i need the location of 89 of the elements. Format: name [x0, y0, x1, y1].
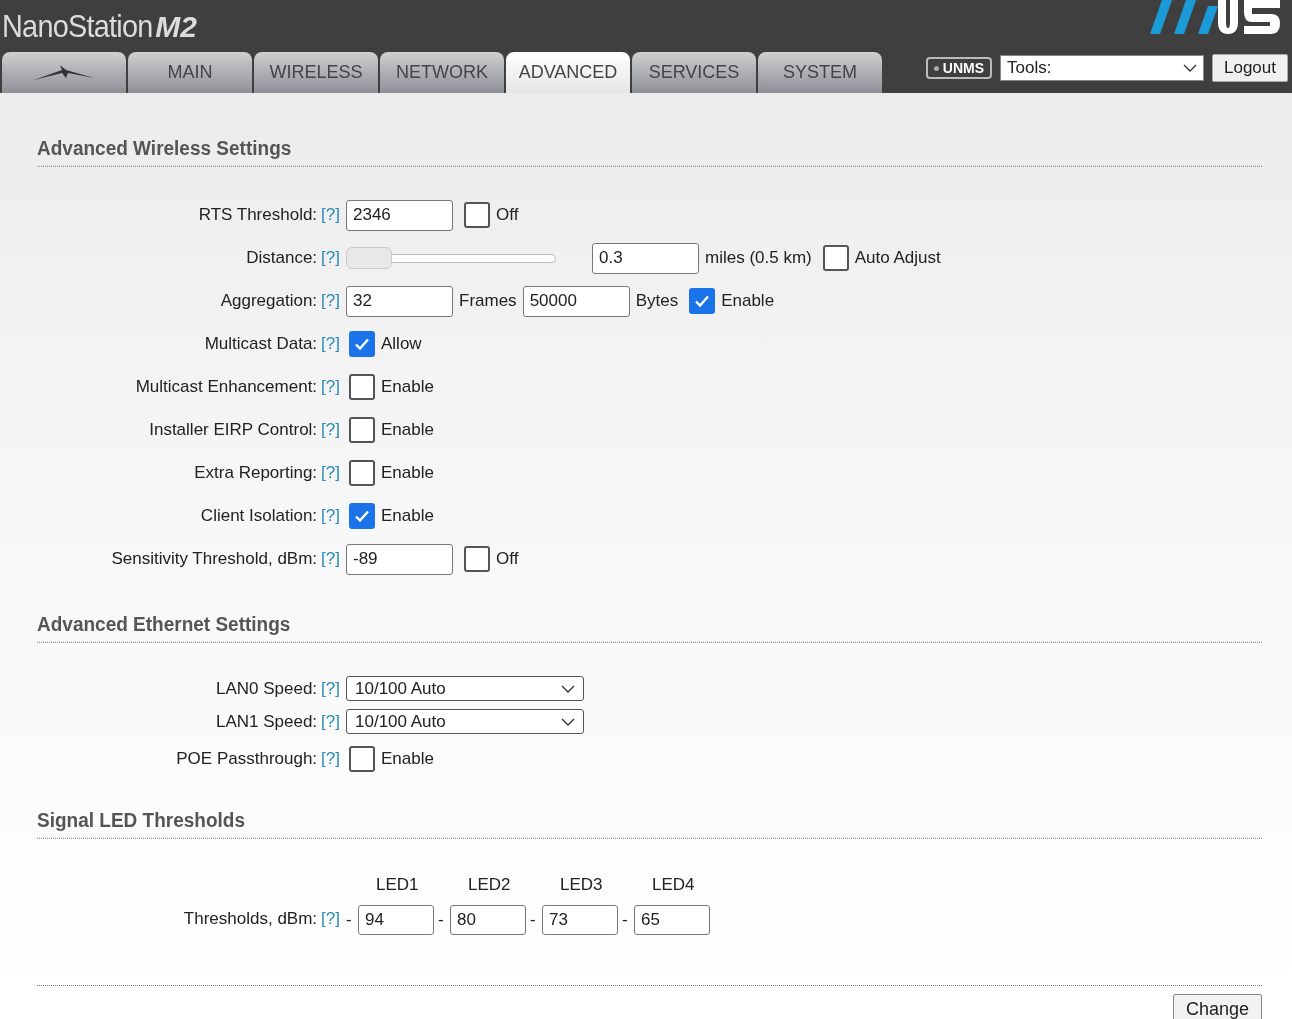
separator-dash: - — [346, 909, 353, 932]
help-link[interactable]: [?] — [321, 245, 340, 271]
speed-dropdown[interactable]: 10/100 Auto — [346, 709, 584, 734]
field-label: Multicast Enhancement: — [135, 376, 318, 399]
help-link[interactable]: [?] — [321, 708, 340, 735]
field-label: LAN1 Speed: — [215, 710, 318, 733]
field-label: Distance: — [246, 247, 318, 270]
field-label: Aggregation: — [220, 290, 318, 313]
field-label: Thresholds, dBm: — [183, 907, 318, 930]
checkbox-label: Allow — [381, 333, 422, 356]
model-name: M2 — [155, 9, 197, 45]
checkbox[interactable] — [349, 460, 375, 486]
led-header: LED2 — [468, 873, 512, 896]
checkbox[interactable] — [822, 245, 849, 271]
chevron-down-icon — [561, 717, 575, 726]
text-field[interactable]: 0.3 — [592, 242, 699, 274]
help-link[interactable]: [?] — [321, 288, 340, 314]
help-link[interactable]: [?] — [321, 460, 340, 486]
section-title: Advanced Ethernet Settings — [37, 609, 1262, 642]
checkbox-label: Auto Adjust — [854, 247, 941, 270]
field-label: Sensitivity Threshold, dBm: — [111, 548, 318, 571]
help-link[interactable]: [?] — [321, 503, 340, 529]
separator-dash: - — [530, 909, 537, 932]
checkbox-label: Enable — [381, 419, 434, 442]
unms-button[interactable]: UNMS — [925, 57, 992, 79]
led-header: LED1 — [376, 873, 420, 896]
checkbox-label: Enable — [381, 505, 434, 528]
nav-tab[interactable]: SERVICES — [632, 52, 756, 93]
checkbox[interactable] — [464, 202, 490, 228]
help-link[interactable]: [?] — [321, 746, 340, 772]
text-field[interactable]: 32 — [346, 285, 453, 317]
nav-tab[interactable]: NETWORK — [380, 52, 504, 93]
checkbox-label: Enable — [381, 462, 434, 485]
field-label: Client Isolation: — [200, 505, 318, 528]
field-label: RTS Threshold: — [198, 204, 318, 227]
checkbox[interactable] — [349, 374, 375, 400]
help-link[interactable]: [?] — [321, 905, 340, 931]
section-title: Advanced Wireless Settings — [37, 134, 1262, 167]
field-label: Installer EIRP Control: — [149, 419, 318, 442]
checkbox-label: Enable — [721, 290, 775, 313]
product-name: NanoStation — [2, 7, 153, 46]
field-label: Extra Reporting: — [194, 462, 318, 485]
threshold-field[interactable]: 94 — [358, 905, 434, 935]
change-button[interactable]: Change — [1172, 994, 1262, 1019]
help-link[interactable]: [?] — [321, 202, 340, 228]
unit-label: Frames — [459, 291, 517, 311]
checkbox-label: Off — [496, 204, 519, 227]
nav-tab[interactable]: SYSTEM — [758, 52, 882, 93]
help-link[interactable]: [?] — [321, 675, 340, 702]
checkbox-label: Off — [496, 548, 519, 571]
distance-slider[interactable] — [346, 247, 556, 269]
text-field[interactable]: -89 — [346, 543, 453, 575]
help-link[interactable]: [?] — [321, 417, 340, 443]
unit-label: Bytes — [635, 291, 679, 311]
separator-dash: - — [438, 909, 445, 932]
unit-label: miles (0.5 km) — [705, 248, 812, 268]
threshold-field[interactable]: 80 — [450, 905, 526, 935]
help-link[interactable]: [?] — [321, 374, 340, 400]
home-tab[interactable] — [2, 52, 126, 93]
tools-dropdown[interactable]: Tools: — [1000, 55, 1204, 81]
checkbox-label: Enable — [381, 376, 434, 399]
help-link[interactable]: [?] — [321, 546, 340, 572]
logout-button[interactable]: Logout — [1212, 54, 1288, 82]
text-field[interactable]: 50000 — [522, 285, 630, 317]
speed-dropdown[interactable]: 10/100 Auto — [346, 676, 584, 701]
slider-thumb[interactable] — [346, 247, 392, 269]
checkbox[interactable] — [349, 331, 375, 357]
section-title: Signal LED Thresholds — [37, 806, 1262, 839]
chevron-down-icon — [561, 684, 575, 693]
checkbox[interactable] — [349, 503, 375, 529]
help-link[interactable]: [?] — [321, 331, 340, 357]
checkbox[interactable] — [349, 746, 375, 772]
checkbox[interactable] — [689, 288, 716, 314]
field-label: POE Passthrough: — [176, 748, 318, 771]
separator-dash: - — [622, 909, 629, 932]
text-field[interactable]: 2346 — [346, 199, 453, 231]
field-label: LAN0 Speed: — [215, 677, 318, 700]
checkbox-label: Enable — [381, 748, 434, 771]
led-header: LED3 — [560, 873, 604, 896]
chevron-down-icon — [1183, 64, 1197, 72]
threshold-field[interactable]: 73 — [542, 905, 618, 935]
nav-tab[interactable]: WIRELESS — [254, 52, 378, 93]
checkbox[interactable] — [349, 417, 375, 443]
threshold-field[interactable]: 65 — [634, 905, 710, 935]
led-header: LED4 — [652, 873, 696, 896]
field-label: Multicast Data: — [204, 333, 318, 356]
checkbox[interactable] — [464, 546, 490, 572]
nav-tab[interactable]: ADVANCED — [506, 52, 630, 93]
nav-tab[interactable]: MAIN — [128, 52, 252, 93]
